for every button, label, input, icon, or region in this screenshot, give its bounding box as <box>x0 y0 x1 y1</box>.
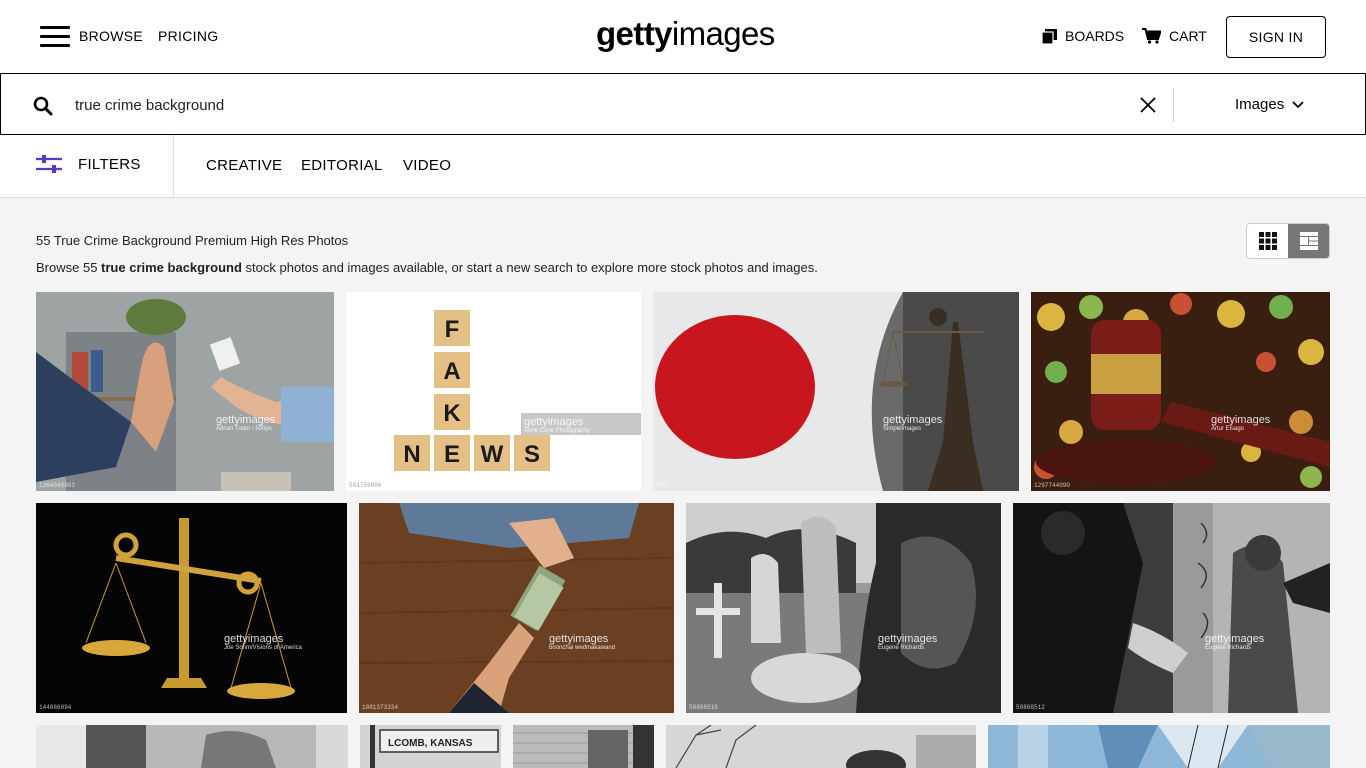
gettyimages-logo[interactable]: gettyimages <box>596 14 775 54</box>
grid-icon <box>1258 232 1277 250</box>
image-id: 1297744090 <box>1034 482 1071 489</box>
image-tile[interactable]: gettyimages Eugene Richards 50808512 <box>1013 503 1330 713</box>
image-id: 50808512 <box>1016 704 1045 711</box>
svg-text:F: F <box>445 316 460 343</box>
search-bar: Images <box>0 73 1366 135</box>
watermark: gettyimages Artur Elsago <box>1211 414 1271 432</box>
filter-divider <box>173 135 174 198</box>
image-tile[interactable]: gettyimages Adrian Tudor / 500px 13640498… <box>36 292 334 491</box>
image-tile[interactable]: LCOMB, KANSAS <box>360 725 501 768</box>
tab-editorial[interactable]: EDITORIAL <box>301 157 383 174</box>
chevron-down-icon <box>1292 100 1304 108</box>
image-tile[interactable]: gettyimages Eugene Richards 50808510 <box>686 503 1001 713</box>
image-tile[interactable]: gettyimages boonchai wedmakawand 10813733… <box>359 503 674 713</box>
view-toggle <box>1246 223 1330 259</box>
boards-link[interactable]: BOARDS <box>1042 28 1124 44</box>
image-tile[interactable]: gettyimages SimpleImages 7021 <box>653 292 1019 491</box>
image-id: 1364049863 <box>39 482 76 489</box>
watermark: gettyimages Anne Curie Photography <box>524 416 590 434</box>
grid-view-button[interactable] <box>1247 224 1288 258</box>
photo-row3-e <box>988 725 1330 768</box>
watermark: gettyimages Joe Sohm/Visions of America <box>224 633 302 651</box>
watermark: gettyimages Eugene Richards <box>878 633 938 651</box>
results-title: 55 True Crime Background Premium High Re… <box>36 233 349 248</box>
image-tile[interactable] <box>988 725 1330 768</box>
filter-bar: FILTERS CREATIVE EDITORIAL VIDEO <box>0 135 1366 198</box>
image-id: 1081373334 <box>362 704 399 711</box>
boards-icon <box>1042 28 1057 44</box>
close-icon[interactable] <box>1139 96 1157 114</box>
top-header: BROWSE PRICING gettyimages BOARDS CART S… <box>0 0 1366 74</box>
watermark: gettyimages Adrian Tudor / 500px <box>216 414 276 432</box>
photo-hand-refusing-money <box>36 292 334 491</box>
photo-japan-flag-lady-justice <box>653 292 1019 491</box>
image-id: 501759806 <box>349 482 382 489</box>
photo-cemetery-mourners <box>686 503 1001 713</box>
image-id: 144086094 <box>39 704 72 711</box>
tab-video[interactable]: VIDEO <box>403 157 451 174</box>
mosaic-icon <box>1299 232 1318 250</box>
watermark: gettyimages Eugene Richards <box>1205 633 1265 651</box>
photo-row3-a <box>36 725 348 768</box>
browse-link[interactable]: BROWSE <box>79 28 143 44</box>
media-type-dropdown[interactable]: Images <box>1235 96 1304 113</box>
image-tile[interactable] <box>666 725 976 768</box>
image-tile[interactable]: gettyimages Joe Sohm/Visions of America 1… <box>36 503 347 713</box>
search-icon[interactable] <box>33 96 53 116</box>
results-description: Browse 55 true crime background stock ph… <box>36 260 818 275</box>
tab-creative[interactable]: CREATIVE <box>206 157 282 174</box>
watermark: gettyimages boonchai wedmakawand <box>549 633 616 651</box>
image-id: 7021 <box>656 482 671 489</box>
svg-text:S: S <box>524 441 540 468</box>
image-tile[interactable] <box>36 725 348 768</box>
sign-in-button[interactable]: SIGN IN <box>1226 16 1326 58</box>
image-tile[interactable]: gettyimages Artur Elsago 1297744090 <box>1031 292 1330 491</box>
photo-row3-d <box>666 725 976 768</box>
svg-text:K: K <box>443 400 461 427</box>
svg-text:W: W <box>481 441 504 468</box>
sign-text: LCOMB, KANSAS <box>388 738 473 749</box>
svg-text:A: A <box>443 358 460 385</box>
svg-text:N: N <box>403 441 420 468</box>
filters-button[interactable]: FILTERS <box>36 155 141 173</box>
image-tile[interactable] <box>513 725 654 768</box>
photo-gold-scales <box>36 503 347 713</box>
image-tile[interactable]: F A K N E W S gettyimages Anne Curie Phot… <box>346 292 641 491</box>
search-divider <box>1173 88 1174 122</box>
sliders-icon <box>36 155 62 173</box>
svg-text:E: E <box>444 441 460 468</box>
photo-street-scene-bw <box>1013 503 1330 713</box>
menu-icon[interactable] <box>40 26 70 48</box>
photo-row3-c <box>513 725 654 768</box>
mosaic-view-button[interactable] <box>1288 224 1329 258</box>
photo-holcomb-kansas-sign: LCOMB, KANSAS <box>360 725 501 768</box>
cart-icon <box>1142 28 1161 44</box>
pricing-link[interactable]: PRICING <box>158 28 218 44</box>
watermark: gettyimages SimpleImages <box>883 414 943 432</box>
photo-gavel-bokeh <box>1031 292 1330 491</box>
search-input[interactable] <box>75 90 1115 120</box>
cart-link[interactable]: CART <box>1142 28 1207 44</box>
image-id: 50808510 <box>689 704 718 711</box>
photo-bribe-money <box>359 503 674 713</box>
photo-fake-news-blocks: F A K N E W S <box>346 292 641 491</box>
